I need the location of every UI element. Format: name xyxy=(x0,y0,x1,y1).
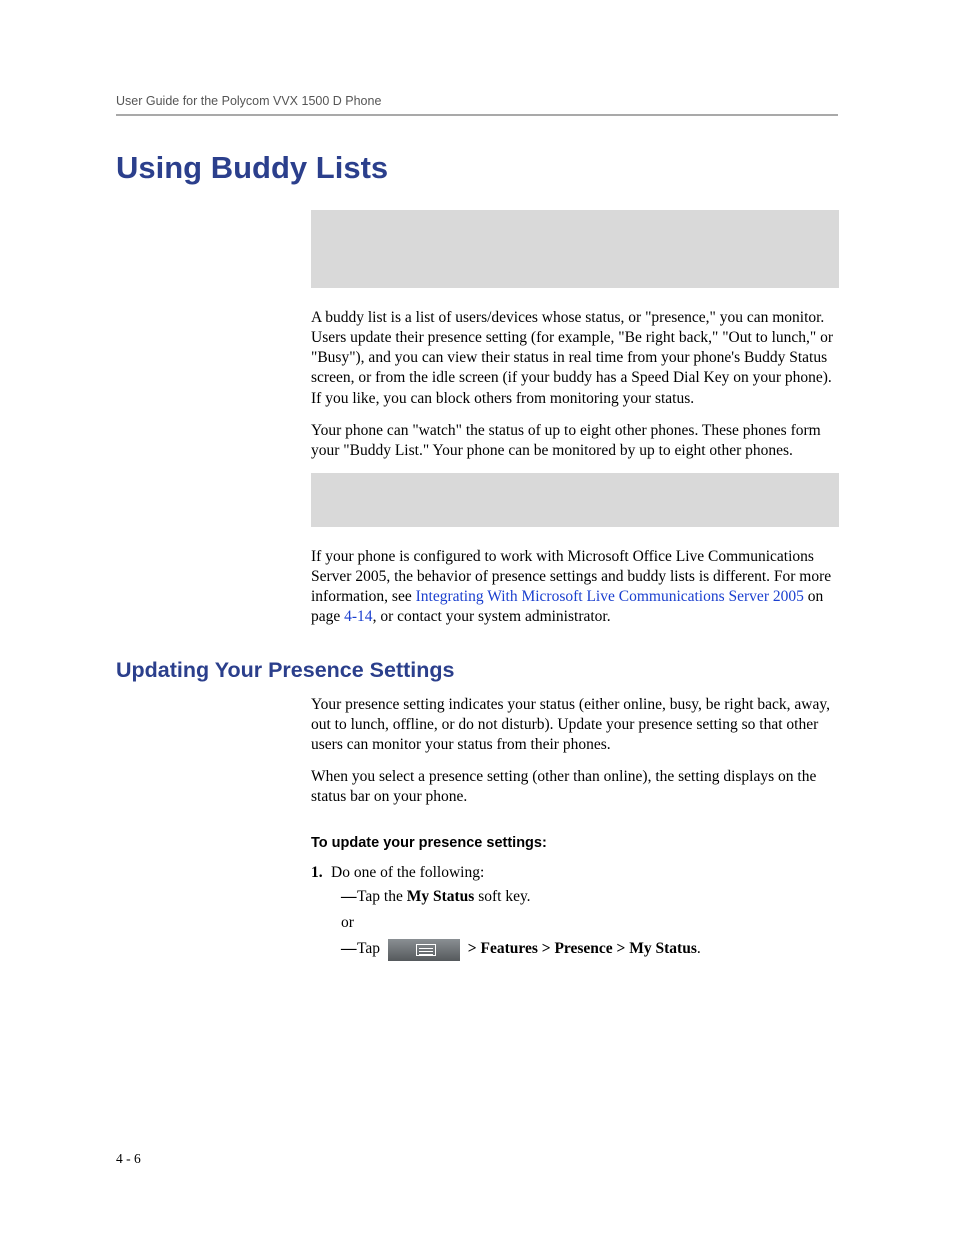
running-header: User Guide for the Polycom VVX 1500 D Ph… xyxy=(116,94,838,116)
page-number: 4 - 6 xyxy=(116,1151,141,1167)
heading-using-buddy-lists: Using Buddy Lists xyxy=(116,150,838,186)
step-number: 1. xyxy=(311,861,331,884)
content-column: A buddy list is a list of users/devices … xyxy=(311,210,839,628)
cross-reference-link[interactable]: Integrating With Microsoft Live Communic… xyxy=(416,588,804,605)
paragraph: A buddy list is a list of users/devices … xyxy=(311,308,839,409)
text: . xyxy=(697,940,701,957)
page-reference-link[interactable]: 4-14 xyxy=(344,608,372,625)
softkey-label: My Status xyxy=(407,888,475,905)
placeholder-box xyxy=(311,473,839,527)
paragraph: When you select a presence setting (othe… xyxy=(311,767,839,807)
step-1: 1.Do one of the following: xyxy=(311,861,839,884)
paragraph: If your phone is configured to work with… xyxy=(311,547,839,628)
text: Tap the xyxy=(357,888,407,905)
menu-path: > Features > Presence > My Status xyxy=(464,940,697,957)
text: , or contact your system administrator. xyxy=(373,608,611,625)
heading-updating-presence: Updating Your Presence Settings xyxy=(116,658,838,683)
substep: —Tap > Features > Presence > My Status. xyxy=(341,937,839,962)
text: soft key. xyxy=(474,888,530,905)
step-text: Do one of the following: xyxy=(331,864,484,881)
placeholder-box xyxy=(311,210,839,288)
substep: —Tap the My Status soft key. xyxy=(341,885,839,910)
menu-button-icon xyxy=(388,939,460,961)
procedure-heading: To update your presence settings: xyxy=(311,835,839,851)
paragraph: Your phone can "watch" the status of up … xyxy=(311,421,839,461)
dash-bullet: — xyxy=(341,885,357,910)
content-column: Your presence setting indicates your sta… xyxy=(311,695,839,962)
paragraph: Your presence setting indicates your sta… xyxy=(311,695,839,755)
text: Tap xyxy=(357,940,384,957)
or-separator: or xyxy=(341,909,839,937)
document-page: User Guide for the Polycom VVX 1500 D Ph… xyxy=(0,0,954,1235)
dash-bullet: — xyxy=(341,937,357,962)
